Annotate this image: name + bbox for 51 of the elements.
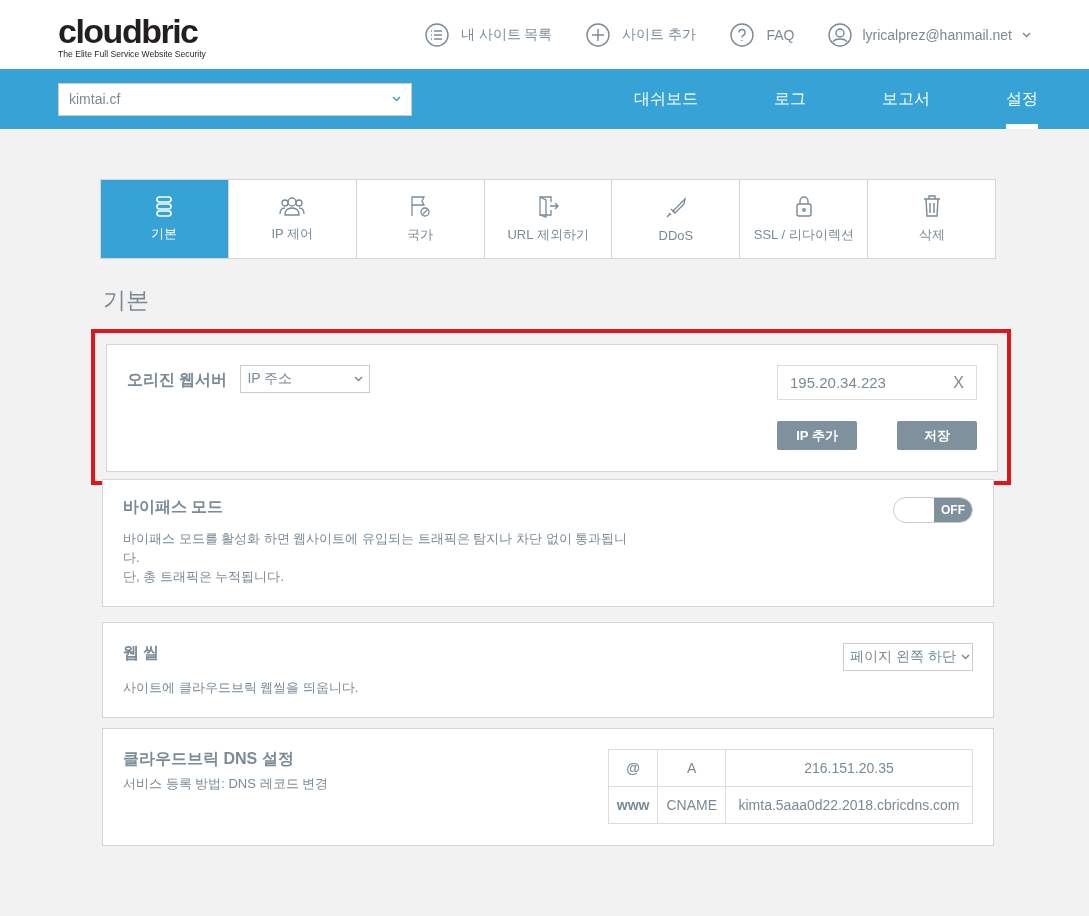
bypass-description: 바이패스 모드를 활성화 하면 웹사이트에 유입되는 트래픽은 탐지나 차단 없이 통과됩니다.	[123, 530, 628, 567]
user-icon	[828, 22, 853, 47]
dns-table-cell: www	[608, 786, 658, 824]
door-exit-icon	[536, 194, 560, 218]
list-icon	[424, 22, 449, 47]
position-select[interactable]: 페이지 왼쪽 하단	[843, 643, 973, 671]
settings-tab[interactable]: SSL / 리다이렉션	[739, 180, 868, 258]
action-button[interactable]: IP 추가	[777, 421, 857, 450]
account-menu[interactable]: lyricalprez@hanmail.net	[828, 22, 1031, 47]
dns-title: 클라우드브릭 DNS 설정	[123, 749, 295, 769]
dns-table-cell: A	[657, 749, 726, 787]
seal-title: 웹 씰	[123, 643, 160, 663]
dns-table-cell: 216.151.20.35	[725, 749, 973, 787]
seal-description: 사이트에 클라우드브릭 웹씰을 띄웁니다.	[123, 679, 360, 697]
nav-tab[interactable]: 대쉬보드	[634, 69, 698, 129]
nav-tab[interactable]: 로그	[774, 69, 806, 129]
users-icon	[278, 195, 307, 217]
nav-tab[interactable]: 보고서	[882, 69, 930, 129]
section-title: 기본	[103, 286, 150, 315]
settings-tab[interactable]: 기본	[101, 180, 228, 258]
site-select[interactable]: kimtai.cf	[58, 82, 412, 116]
bypass-toggle[interactable]: OFF	[893, 497, 973, 523]
dns-table-cell: CNAME	[657, 786, 726, 824]
chevron-down-icon	[354, 376, 364, 382]
clear-button[interactable]: X	[953, 373, 964, 392]
origin-label: 오리진 웹서버	[127, 370, 228, 390]
add-icon	[586, 22, 611, 47]
bypass-title: 바이패스 모드	[123, 497, 224, 517]
settings-tab[interactable]: 국가	[355, 180, 484, 258]
settings-tab[interactable]: 삭제	[867, 180, 995, 258]
header-link[interactable]: 내 사이트 목록	[424, 22, 553, 47]
settings-tab[interactable]: URL 제외하기	[483, 180, 612, 258]
chevron-down-icon	[392, 96, 401, 102]
settings-tab[interactable]: IP 제어	[227, 180, 356, 258]
ip-input-field[interactable]: 195.20.34.223 X	[777, 365, 977, 400]
logo[interactable]: cloudbric	[58, 14, 206, 48]
flag-icon	[408, 194, 433, 218]
action-button[interactable]: 저장	[897, 421, 977, 450]
logo-tagline: The Elite Full Service Website Security	[58, 49, 206, 59]
dns-description: 서비스 등록 방법: DNS 레코드 변경	[123, 775, 329, 793]
help-icon	[730, 22, 755, 47]
header-link[interactable]: FAQ	[730, 22, 795, 47]
chevron-down-icon	[961, 654, 970, 660]
bypass-description: 단, 총 트래픽은 누적됩니다.	[123, 568, 286, 586]
header-link[interactable]: 사이트 추가	[586, 22, 697, 47]
settings-tab[interactable]: DDoS	[611, 180, 740, 258]
chevron-down-icon	[1022, 31, 1031, 38]
nav-tab[interactable]: 설정	[1006, 69, 1038, 129]
type-select[interactable]: IP 주소	[240, 365, 371, 393]
dns-table-cell: @	[608, 749, 658, 787]
dns-table-cell: kimta.5aaa0d22.2018.cbricdns.com	[725, 786, 973, 824]
